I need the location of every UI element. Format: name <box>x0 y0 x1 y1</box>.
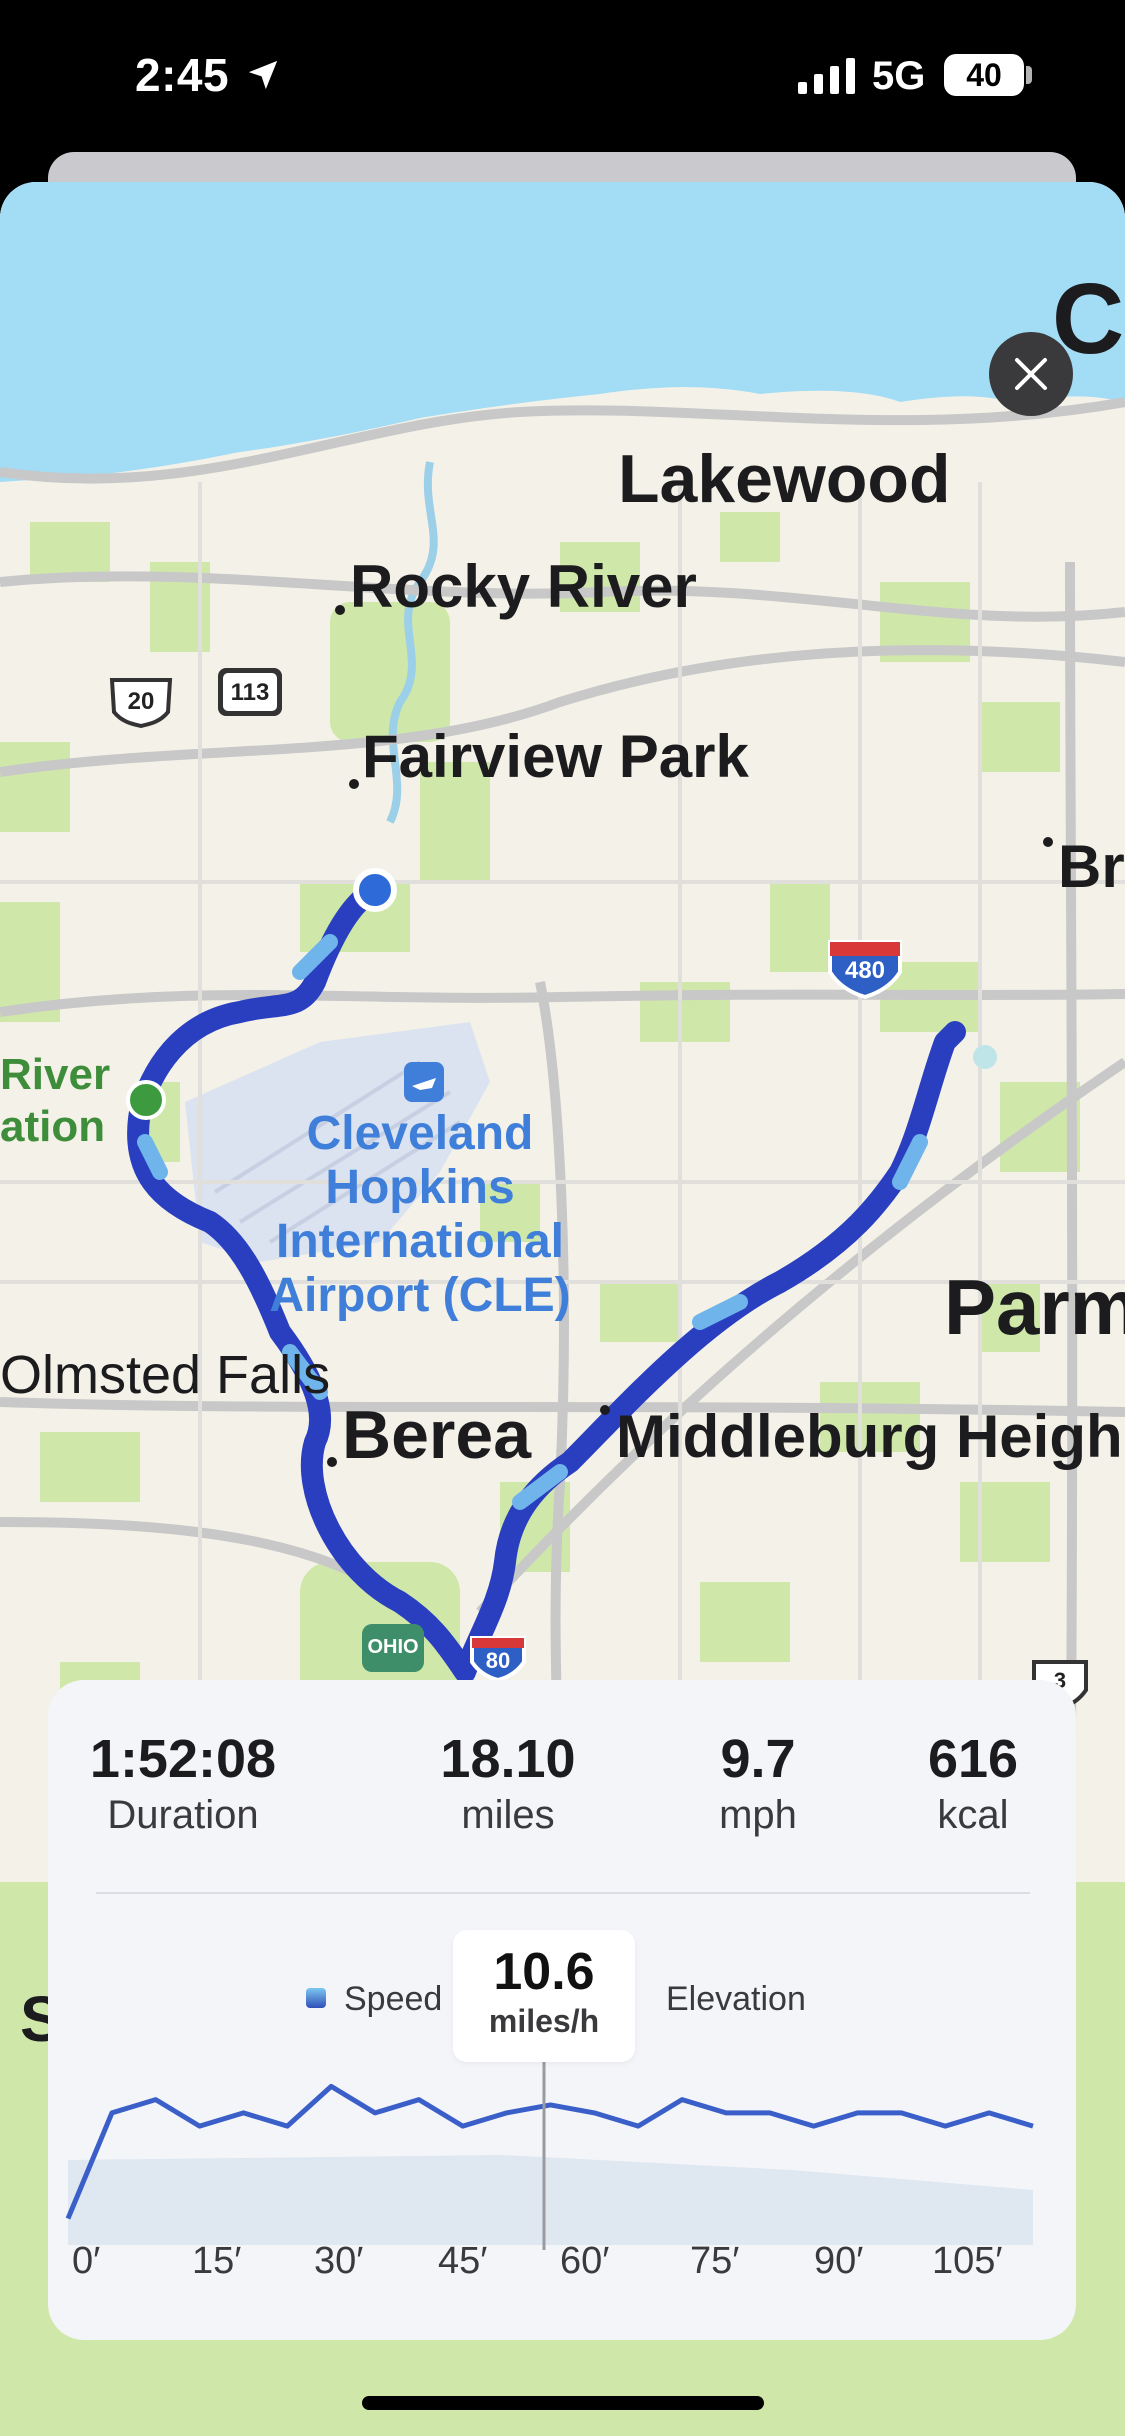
location-arrow-icon <box>248 60 278 90</box>
place-lakewood: Lakewood <box>618 441 951 517</box>
airport-label-line1: Cleveland <box>306 1107 534 1160</box>
battery-nub <box>1026 66 1032 84</box>
stat-distance: 18.10 miles <box>408 1728 608 1840</box>
x-tick: 30′ <box>314 2240 364 2282</box>
close-icon <box>1015 358 1047 390</box>
tooltip-value: 10.6 <box>493 1943 595 2001</box>
airport-label-line2: Hopkins <box>325 1161 515 1214</box>
speed-legend-swatch <box>306 1988 326 2008</box>
x-tick: 105′ <box>932 2240 1003 2282</box>
airport-label: Cleveland Hopkins International Airport … <box>240 1107 600 1323</box>
stat-speed: 9.7 mph <box>678 1728 838 1840</box>
park-label-line2: ation <box>0 1102 106 1151</box>
home-indicator[interactable] <box>362 2396 764 2410</box>
place-parma: Parm <box>944 1263 1125 1351</box>
place-middleburg-heights: Middleburg Heigh <box>616 1403 1123 1470</box>
x-tick: 15′ <box>192 2240 242 2282</box>
place-olmsted-falls: Olmsted Falls <box>0 1345 331 1405</box>
stat-value: 9.7 <box>720 1729 796 1789</box>
elevation-area <box>68 2155 1033 2245</box>
stat-label: mph <box>719 1793 797 1837</box>
elevation-legend-label[interactable]: Elevation <box>666 1980 806 2019</box>
place-berea: Berea <box>342 1397 532 1473</box>
stat-value: 1:52:08 <box>89 1729 277 1789</box>
scrub-tooltip: 10.6 miles/h <box>453 1930 635 2062</box>
divider <box>96 1892 1030 1894</box>
stat-label: Duration <box>107 1793 259 1837</box>
i-480-shield: 480 <box>844 957 886 984</box>
ohio-shield: OHIO <box>367 1636 419 1658</box>
network-type: 5G <box>872 54 926 98</box>
airport-label-line4: Airport (CLE) <box>269 1269 571 1322</box>
sr-113-shield: 113 <box>230 679 270 706</box>
x-tick: 75′ <box>690 2240 740 2282</box>
stats-card: 1:52:08 Duration 18.10 miles 9.7 mph 616… <box>48 1680 1076 2340</box>
stat-calories: 616 kcal <box>898 1728 1048 1840</box>
status-bar: 2:45 5G 40 <box>0 0 1125 150</box>
x-tick: 60′ <box>560 2240 610 2282</box>
stat-value: 18.10 <box>440 1729 576 1789</box>
speed-legend-label[interactable]: Speed <box>344 1980 442 2019</box>
clock: 2:45 <box>135 49 230 101</box>
x-tick: 90′ <box>814 2240 864 2282</box>
place-fairview-park: Fairview Park <box>362 723 749 790</box>
stat-label: kcal <box>937 1793 1009 1837</box>
i-80-shield: 80 <box>485 1648 511 1673</box>
stat-duration: 1:52:08 Duration <box>78 1728 288 1840</box>
cellular-signal-icon <box>798 58 855 94</box>
x-tick: 0′ <box>72 2240 101 2282</box>
stat-label: miles <box>461 1793 555 1837</box>
close-button[interactable] <box>989 332 1073 416</box>
place-rocky-river: Rocky River <box>350 553 697 620</box>
park-label-line1: River <box>0 1050 111 1099</box>
tooltip-unit: miles/h <box>488 2003 600 2039</box>
battery-icon: 40 <box>944 54 1024 96</box>
us-20-shield: 20 <box>127 688 155 715</box>
stat-value: 616 <box>927 1729 1019 1789</box>
airport-label-line3: International <box>275 1215 565 1268</box>
place-brooklyn: Br <box>1058 833 1125 900</box>
x-tick: 45′ <box>438 2240 488 2282</box>
